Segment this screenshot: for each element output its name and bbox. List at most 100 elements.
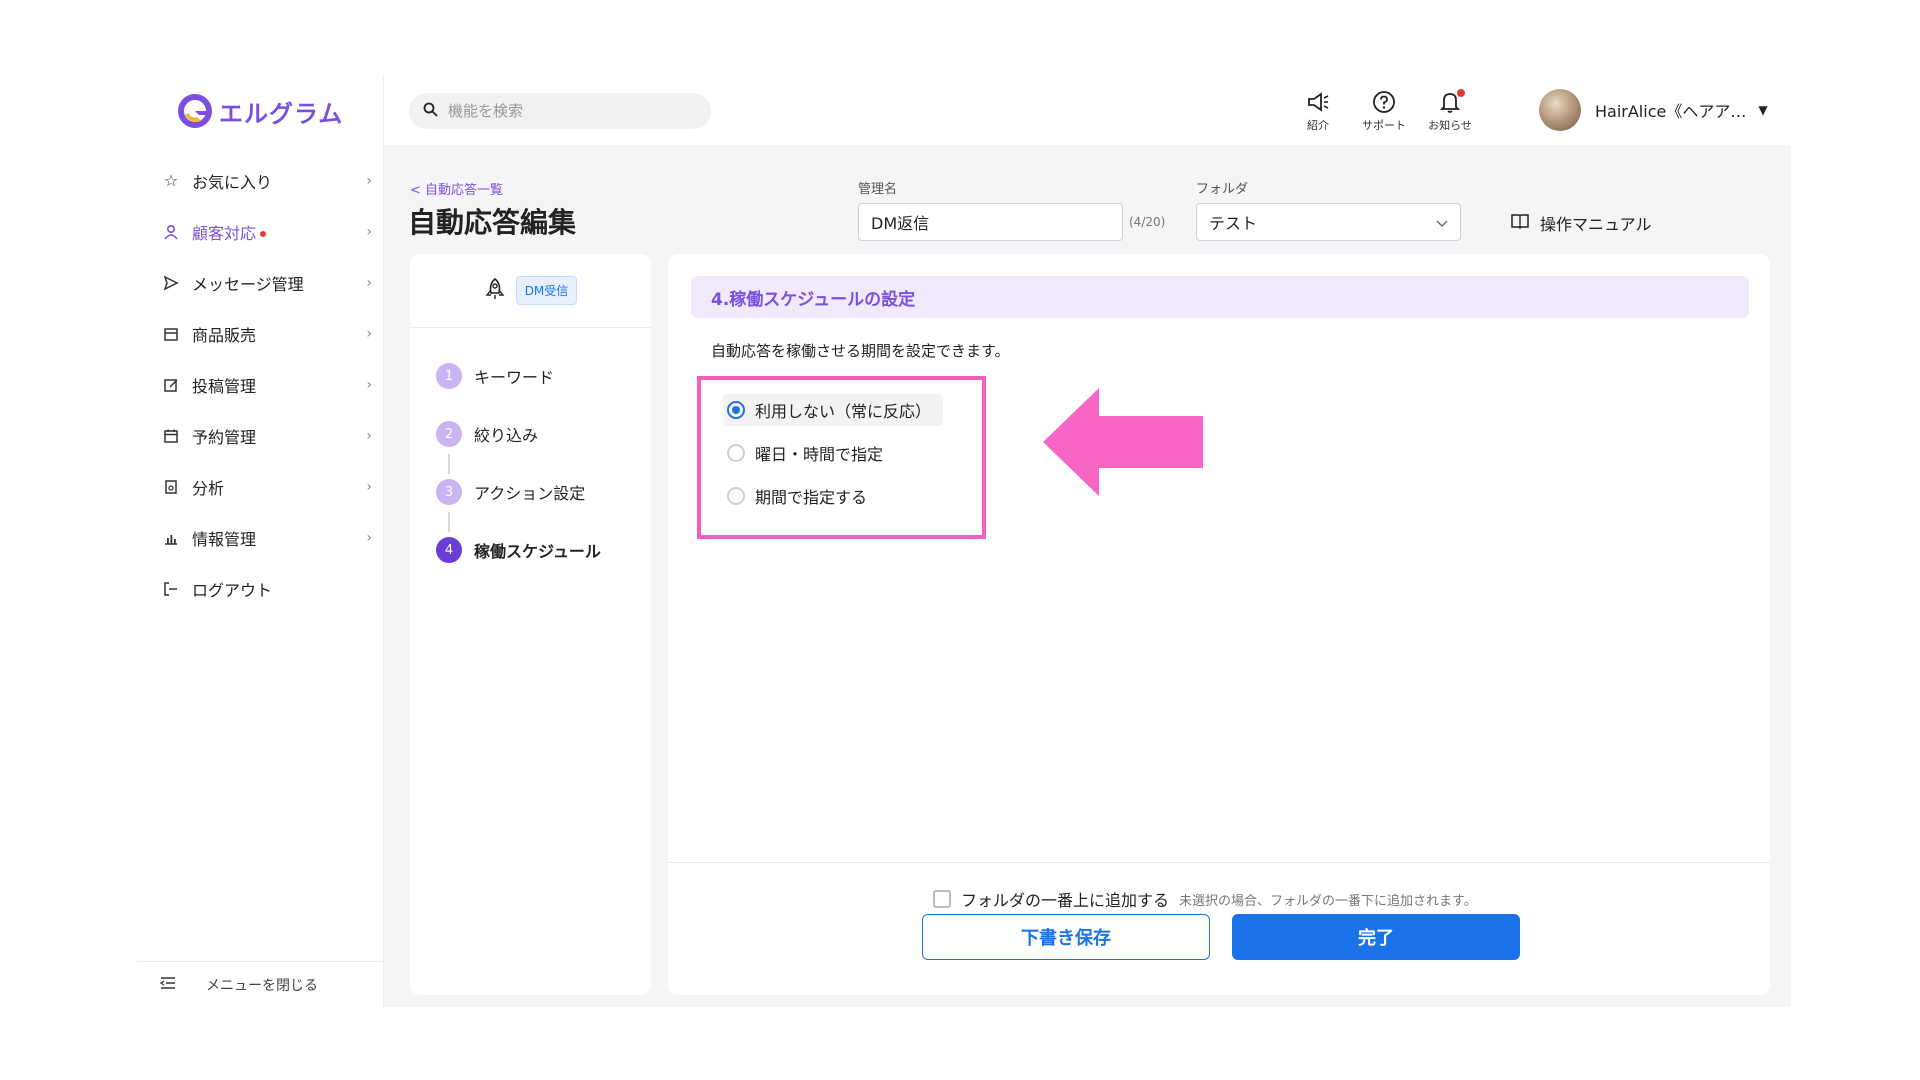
report-icon <box>162 478 180 496</box>
trigger-badge: DM受信 <box>515 276 578 305</box>
sidebar-item-label: お気に入り <box>192 172 273 192</box>
name-input[interactable] <box>858 203 1123 241</box>
radio-option-always[interactable]: 利用しない（常に反応） <box>723 394 944 426</box>
support-label: サポート <box>1362 119 1406 132</box>
caret-down-icon: ▼ <box>1758 103 1768 117</box>
folder-select[interactable]: テスト <box>1196 203 1461 241</box>
name-label: 管理名 <box>858 182 898 197</box>
sidebar-item-logout[interactable]: ログアウト <box>137 563 384 614</box>
top-bar: 紹介 サポート お知らせ HairAlice《ヘアア… ▼ <box>384 75 1791 145</box>
step-label: アクション設定 <box>474 484 586 503</box>
user-name: HairAlice《ヘアア… <box>1595 102 1747 121</box>
highlight-box: 利用しない（常に反応） 曜日・時間で指定 期間で指定する <box>697 376 986 539</box>
step-number: 3 <box>436 479 462 505</box>
sidebar: エルグラム ☆ お気に入り › 顧客対応 › メッセージ管理 › 商品販売 › … <box>137 75 384 1007</box>
section-description: 自動応答を稼働させる期間を設定できます。 <box>711 342 1010 360</box>
sidebar-item-label: メッセージ管理 <box>192 274 304 294</box>
chevron-right-icon: › <box>366 172 372 189</box>
add-to-top-label: フォルダの一番上に追加する <box>961 891 1170 910</box>
radio-label: 期間で指定する <box>755 488 868 507</box>
schedule-settings-panel: 4.稼働スケジュールの設定 自動応答を稼働させる期間を設定できます。 利用しない… <box>668 254 1770 995</box>
bell-icon <box>1420 87 1480 117</box>
radio-label: 曜日・時間で指定 <box>755 445 884 464</box>
sidebar-item-label: 投稿管理 <box>192 376 257 396</box>
close-menu-label: メニューを閉じる <box>206 977 318 994</box>
step-connector <box>448 512 450 532</box>
step-action[interactable]: 3 アクション設定 <box>436 479 585 505</box>
pointer-arrow-icon <box>1043 388 1203 496</box>
step-number: 2 <box>436 421 462 447</box>
back-to-list-link[interactable]: < 自動応答一覧 <box>410 179 503 198</box>
sidebar-item-info[interactable]: 情報管理 › <box>137 512 384 563</box>
bar-chart-icon <box>162 529 180 547</box>
sidebar-item-label: 情報管理 <box>192 529 257 549</box>
checkbox[interactable] <box>933 890 951 908</box>
notifications-button[interactable]: お知らせ <box>1420 87 1480 133</box>
radio-option-weekday-time[interactable]: 曜日・時間で指定 <box>723 437 895 469</box>
sidebar-item-reservations[interactable]: 予約管理 › <box>137 410 384 461</box>
folder-value: テスト <box>1209 214 1258 233</box>
radio-button[interactable] <box>727 401 745 419</box>
add-to-top-checkbox[interactable]: フォルダの一番上に追加する 未選択の場合、フォルダの一番下に追加されます。 <box>933 887 1477 911</box>
shop-icon <box>162 325 180 343</box>
rocket-icon <box>484 277 506 305</box>
chevron-right-icon: › <box>366 325 372 342</box>
sidebar-item-analytics[interactable]: 分析 › <box>137 461 384 512</box>
radio-button[interactable] <box>727 444 745 462</box>
avatar <box>1539 89 1581 131</box>
edit-icon <box>162 376 180 394</box>
support-button[interactable]: サポート <box>1354 87 1414 133</box>
complete-button[interactable]: 完了 <box>1232 914 1520 960</box>
brand-logo[interactable]: エルグラム <box>177 91 343 131</box>
chevron-right-icon: › <box>366 427 372 444</box>
person-icon <box>162 223 180 241</box>
manual-link[interactable]: 操作マニュアル <box>1510 211 1652 235</box>
radio-label: 利用しない（常に反応） <box>755 402 932 421</box>
calendar-icon <box>162 427 180 445</box>
sidebar-item-customer[interactable]: 顧客対応 › <box>137 206 384 257</box>
app-window: エルグラム ☆ お気に入り › 顧客対応 › メッセージ管理 › 商品販売 › … <box>137 75 1791 1007</box>
radio-option-period[interactable]: 期間で指定する <box>723 480 879 512</box>
star-icon: ☆ <box>163 171 179 190</box>
trigger-header: DM受信 <box>410 254 651 328</box>
chevron-right-icon: › <box>366 274 372 291</box>
steps-panel: DM受信 1 キーワード 2 絞り込み 3 アクション設定 4 稼働スケジュール <box>410 254 651 995</box>
step-keyword[interactable]: 1 キーワード <box>436 363 554 389</box>
page-title: 自動応答編集 <box>408 206 577 239</box>
radio-button[interactable] <box>727 487 745 505</box>
step-connector <box>448 454 450 474</box>
intro-button[interactable]: 紹介 <box>1288 87 1348 133</box>
manual-label: 操作マニュアル <box>1540 215 1652 234</box>
name-char-count: (4/20) <box>1129 215 1166 229</box>
sidebar-item-favorites[interactable]: ☆ お気に入り › <box>137 155 384 206</box>
footer-divider <box>668 862 1770 863</box>
notification-dot <box>1457 89 1465 97</box>
section-title: 4.稼働スケジュールの設定 <box>691 276 1749 318</box>
notifications-label: お知らせ <box>1428 119 1472 132</box>
sidebar-item-label: 商品販売 <box>192 325 257 345</box>
sidebar-item-label: 顧客対応 <box>192 220 366 244</box>
alert-dot <box>260 231 267 237</box>
search-icon <box>423 102 438 121</box>
step-label: 絞り込み <box>474 426 539 445</box>
sidebar-item-posts[interactable]: 投稿管理 › <box>137 359 384 410</box>
sidebar-item-label: ログアウト <box>192 580 273 600</box>
step-filter[interactable]: 2 絞り込み <box>436 421 538 447</box>
chevron-right-icon: › <box>366 478 372 495</box>
sidebar-item-messages[interactable]: メッセージ管理 › <box>137 257 384 308</box>
search-input[interactable] <box>448 102 688 120</box>
intro-label: 紹介 <box>1307 119 1329 132</box>
step-number: 4 <box>436 537 462 563</box>
step-label: キーワード <box>474 368 555 387</box>
brand-name: エルグラム <box>219 99 344 128</box>
collapse-menu-icon <box>159 975 176 994</box>
main-content: < 自動応答一覧 自動応答編集 管理名 (4/20) フォルダ テスト 操作マニ… <box>384 145 1791 1007</box>
step-schedule[interactable]: 4 稼働スケジュール <box>436 537 601 563</box>
sidebar-item-sales[interactable]: 商品販売 › <box>137 308 384 359</box>
save-draft-button[interactable]: 下書き保存 <box>922 914 1210 960</box>
send-icon <box>162 274 180 292</box>
help-icon <box>1354 87 1414 117</box>
close-menu-button[interactable]: メニューを閉じる <box>137 961 384 1007</box>
user-menu[interactable]: HairAlice《ヘアア… ▼ <box>1539 89 1768 131</box>
sidebar-nav: ☆ お気に入り › 顧客対応 › メッセージ管理 › 商品販売 › 投稿管理 ›… <box>137 155 384 614</box>
